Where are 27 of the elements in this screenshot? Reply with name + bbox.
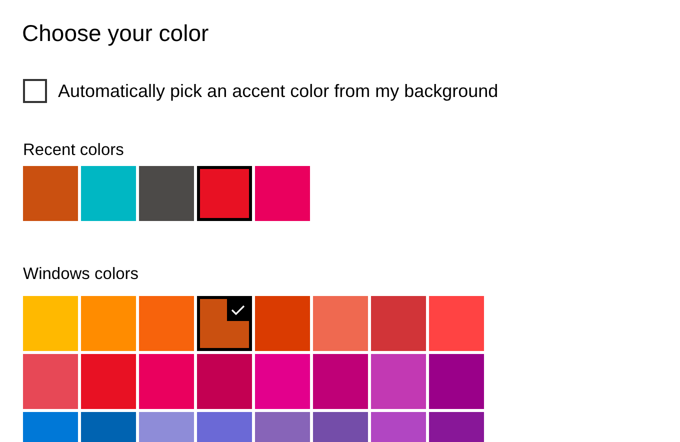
color-swatch[interactable] [23, 354, 78, 409]
color-swatch[interactable] [197, 354, 252, 409]
color-swatch[interactable] [313, 296, 368, 351]
color-swatch[interactable] [139, 166, 194, 221]
checkbox[interactable] [23, 79, 47, 103]
windows-colors-label: Windows colors [23, 264, 140, 285]
color-swatch[interactable] [313, 354, 368, 409]
color-swatch[interactable] [81, 354, 136, 409]
color-swatch[interactable] [197, 296, 252, 351]
section-title: Choose your color [22, 19, 210, 47]
color-swatch[interactable] [139, 296, 194, 351]
color-swatch[interactable] [255, 354, 310, 409]
color-swatch[interactable] [255, 296, 310, 351]
checkmark-icon [227, 299, 249, 321]
color-swatch[interactable] [23, 166, 78, 221]
color-swatch[interactable] [81, 166, 136, 221]
color-swatch[interactable] [429, 296, 484, 351]
recent-colors-label: Recent colors [23, 140, 125, 161]
color-swatch[interactable] [429, 354, 484, 409]
color-swatch[interactable] [371, 354, 426, 409]
checkbox-label[interactable]: Automatically pick an accent color from my background [58, 79, 498, 103]
color-swatch[interactable] [371, 296, 426, 351]
color-swatch[interactable] [81, 296, 136, 351]
color-swatch[interactable] [197, 166, 252, 221]
color-swatch[interactable] [23, 296, 78, 351]
color-swatch[interactable] [255, 166, 310, 221]
color-swatch[interactable] [139, 354, 194, 409]
